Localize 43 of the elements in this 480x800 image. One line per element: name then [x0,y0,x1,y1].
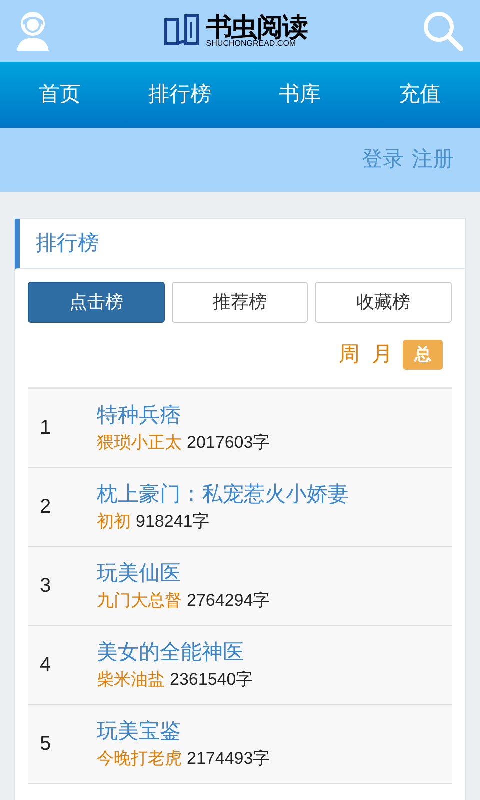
panel-title: 排行榜 [36,230,99,257]
nav-link[interactable]: 书库 [279,79,321,111]
period-tab[interactable]: 总 [403,340,443,370]
rank-number: 3 [39,574,52,599]
search-icon[interactable] [422,10,464,52]
ranking-row[interactable]: 3 玩美仙医 九门大总督 2764294字 [28,547,452,626]
ranking-tab[interactable]: 推荐榜 [172,282,308,323]
period-tab[interactable]: 周 [337,339,362,371]
author-name[interactable]: 猥琐小正太 [97,432,182,453]
nav-link[interactable]: 首页 [39,79,81,111]
ranking-row[interactable]: 5 玩美宝鉴 今晚打老虎 2174493字 [28,705,452,784]
author-name[interactable]: 初初 [97,510,131,532]
period-tab[interactable]: 月 [370,339,395,371]
ranking-tab[interactable]: 点击榜 [28,282,165,323]
login-link[interactable]: 登录 [362,144,404,176]
word-count: 2361540字 [170,668,254,690]
book-title[interactable]: 玩美仙医 [97,561,270,588]
book-title[interactable]: 美女的全能神医 [97,640,254,666]
word-count: 918241字 [136,510,210,532]
logo-subtitle: SHUCHONGREAD.COM [206,40,296,48]
word-count: 2764294字 [187,590,270,611]
word-count: 2174493字 [187,748,270,769]
book-icon [164,14,202,48]
word-count: 2017603字 [187,432,270,453]
logo-title: 书虫阅读 [206,14,308,40]
author-name[interactable]: 九门大总督 [97,590,182,611]
nav-link[interactable]: 排行榜 [148,79,212,111]
author-name[interactable]: 今晚打老虎 [97,748,182,769]
rank-number: 5 [39,732,52,757]
nav-link[interactable]: 充值 [399,79,441,111]
rank-number: 1 [39,416,52,441]
book-title[interactable]: 玩美宝鉴 [97,719,270,746]
author-name[interactable]: 柴米油盐 [97,668,165,690]
rank-number: 4 [39,653,52,678]
register-link[interactable]: 注册 [412,144,454,176]
book-title[interactable]: 枕上豪门：私宠惹火小娇妻 [97,482,349,508]
ranking-row[interactable]: 4 美女的全能神医 柴米油盐 2361540字 [28,626,452,705]
user-icon[interactable] [16,11,50,51]
rank-number: 2 [39,495,52,520]
ranking-tab[interactable]: 收藏榜 [315,282,452,323]
book-title[interactable]: 特种兵痞 [97,403,270,430]
ranking-row[interactable]: 1 特种兵痞 猥琐小正太 2017603字 [28,389,452,468]
ranking-row[interactable]: 2 枕上豪门：私宠惹火小娇妻 初初 918241字 [28,468,452,547]
